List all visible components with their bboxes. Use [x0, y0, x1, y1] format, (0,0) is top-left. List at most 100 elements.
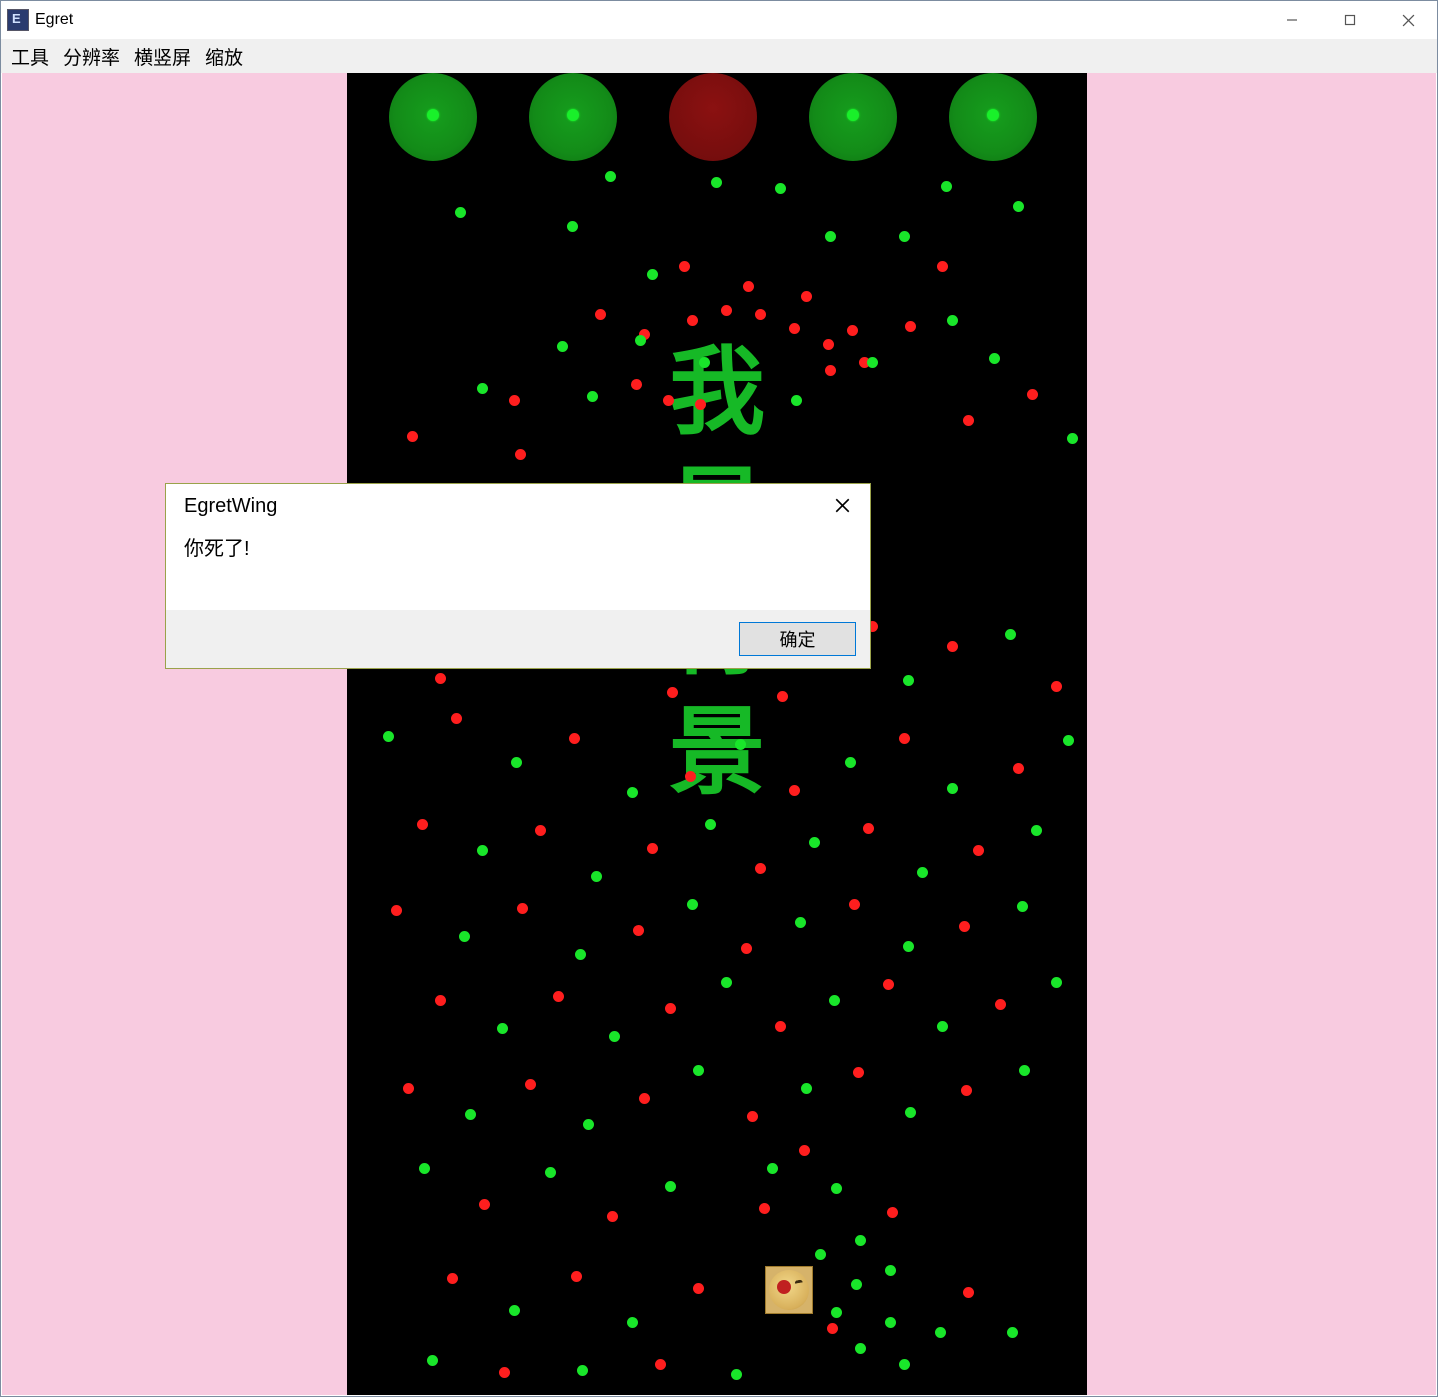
bullet — [827, 1323, 838, 1334]
bullet — [1027, 389, 1038, 400]
bullet — [407, 431, 418, 442]
bullet — [569, 733, 580, 744]
bullet — [699, 357, 710, 368]
bullet — [631, 379, 642, 390]
bullet — [391, 905, 402, 916]
bullet — [567, 221, 578, 232]
bullet — [1013, 201, 1024, 212]
bullet — [477, 845, 488, 856]
bullet — [587, 391, 598, 402]
bullet — [847, 325, 858, 336]
menu-orientation[interactable]: 横竖屏 — [132, 41, 193, 72]
bullet — [731, 1369, 742, 1380]
bullet — [823, 339, 834, 350]
bullet — [941, 181, 952, 192]
bullet — [607, 1211, 618, 1222]
bullet — [759, 1203, 770, 1214]
dialog-close-button[interactable] — [820, 486, 864, 524]
bullet — [383, 731, 394, 742]
bullet — [447, 1273, 458, 1284]
enemy-0 — [389, 73, 477, 161]
bullet — [947, 315, 958, 326]
player-sprite[interactable] — [765, 1266, 813, 1314]
enemy-4 — [949, 73, 1037, 161]
bullet — [639, 1093, 650, 1104]
bullet — [775, 183, 786, 194]
bullet — [583, 1119, 594, 1130]
bullet — [517, 903, 528, 914]
bullet — [885, 1317, 896, 1328]
bullet — [825, 231, 836, 242]
bullet — [571, 1271, 582, 1282]
bullet — [711, 177, 722, 188]
bullet — [435, 673, 446, 684]
bullet — [647, 269, 658, 280]
bullet — [655, 1359, 666, 1370]
bullet — [989, 353, 1000, 364]
bullet — [557, 341, 568, 352]
bullet — [417, 819, 428, 830]
bullet — [947, 641, 958, 652]
bullet — [605, 171, 616, 182]
bullet — [899, 231, 910, 242]
bullet — [721, 977, 732, 988]
menu-tools[interactable]: 工具 — [9, 41, 51, 72]
bullet — [899, 733, 910, 744]
bullet — [427, 1355, 438, 1366]
enemy-1 — [529, 73, 617, 161]
bullet — [591, 871, 602, 882]
bullet — [947, 783, 958, 794]
bullet — [455, 207, 466, 218]
bullet — [465, 1109, 476, 1120]
bullet — [903, 675, 914, 686]
menu-resolution[interactable]: 分辨率 — [61, 41, 122, 72]
bullet — [801, 291, 812, 302]
minimize-button[interactable] — [1263, 1, 1321, 39]
bullet — [825, 365, 836, 376]
bullet — [525, 1079, 536, 1090]
menu-scale[interactable]: 缩放 — [203, 41, 245, 72]
bullet — [535, 825, 546, 836]
bullet — [849, 899, 860, 910]
bullet — [721, 305, 732, 316]
bullet — [809, 837, 820, 848]
close-button[interactable] — [1379, 1, 1437, 39]
bullet — [1051, 681, 1062, 692]
bullet — [973, 845, 984, 856]
dialog-message: 你死了! — [184, 538, 250, 560]
bullet — [509, 395, 520, 406]
bullet — [845, 757, 856, 768]
titlebar[interactable]: Egret — [1, 1, 1437, 40]
bullet — [497, 1023, 508, 1034]
bullet — [789, 785, 800, 796]
enemy-3 — [809, 73, 897, 161]
bullet — [917, 867, 928, 878]
dialog-title: EgretWing — [184, 495, 277, 518]
bullet — [937, 1021, 948, 1032]
bullet — [775, 1021, 786, 1032]
bullet — [743, 281, 754, 292]
bullet — [961, 1085, 972, 1096]
bullet — [899, 1359, 910, 1370]
bullet — [665, 1181, 676, 1192]
bullet — [905, 1107, 916, 1118]
bullet — [959, 921, 970, 932]
bullet — [687, 315, 698, 326]
game-stage[interactable]: 我是背景 — [347, 73, 1087, 1395]
bullet — [935, 1327, 946, 1338]
dialog-ok-button[interactable]: 确定 — [739, 622, 856, 656]
bullet — [515, 449, 526, 460]
bullet — [451, 713, 462, 724]
maximize-button[interactable] — [1321, 1, 1379, 39]
bullet — [789, 323, 800, 334]
bullet — [1063, 735, 1074, 746]
bullet — [403, 1083, 414, 1094]
bullet — [695, 399, 706, 410]
bullet — [853, 1067, 864, 1078]
bullet — [1067, 433, 1078, 444]
bullet — [575, 949, 586, 960]
bullet — [687, 899, 698, 910]
bullet — [963, 415, 974, 426]
bullet — [851, 1279, 862, 1290]
egret-app-icon — [7, 9, 29, 31]
